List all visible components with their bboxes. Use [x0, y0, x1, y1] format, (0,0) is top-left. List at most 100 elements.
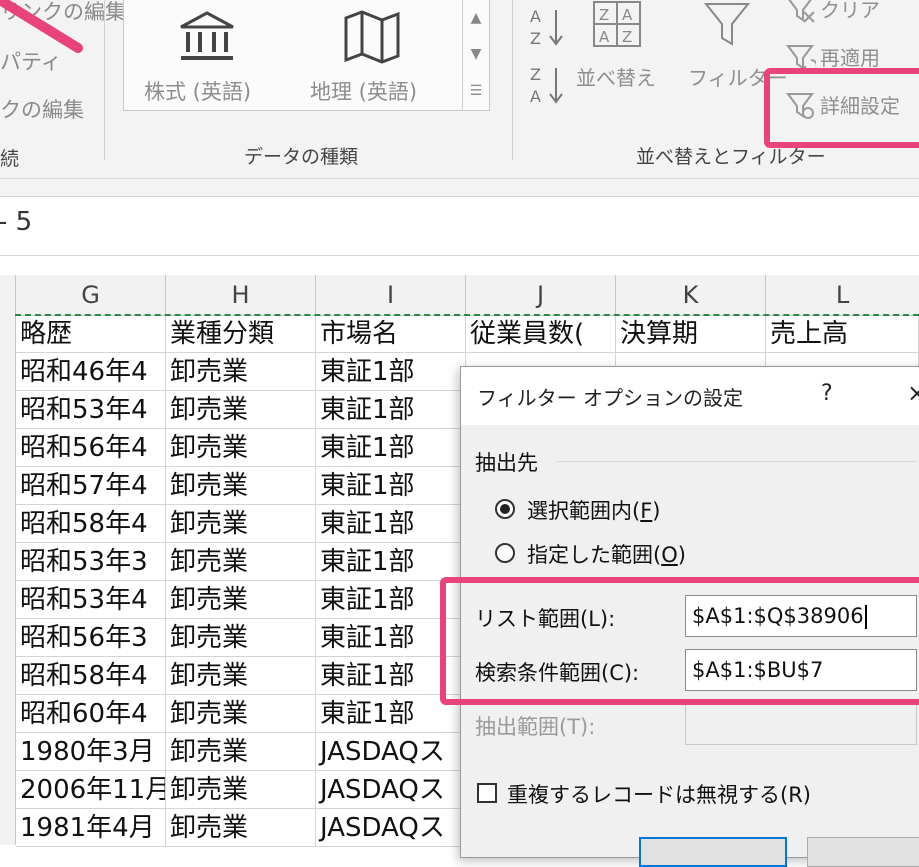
access-key: O	[661, 543, 678, 567]
radio-filter-in-place[interactable]: 選択範囲内(F)	[495, 495, 795, 525]
svg-text:A: A	[530, 87, 541, 106]
table-cell[interactable]: 卸売業	[166, 695, 316, 733]
table-cell[interactable]: 卸売業	[166, 771, 316, 809]
column-header-j[interactable]: J	[466, 275, 616, 315]
radio-button[interactable]	[495, 543, 515, 563]
svg-text:A: A	[622, 6, 633, 24]
table-cell[interactable]: JASDAQス	[316, 733, 466, 771]
table-cell[interactable]: JASDAQス	[316, 771, 466, 809]
column-header-g[interactable]: G	[16, 275, 166, 315]
gallery-scroll-down-button[interactable]: ▼	[462, 36, 489, 72]
cancel-button[interactable]	[807, 837, 919, 867]
column-header-i[interactable]: I	[316, 275, 466, 315]
unique-records-label: 重複するレコードは無視する(R)	[507, 783, 811, 807]
radio-copy-to-location[interactable]: 指定した範囲(O)	[495, 539, 795, 569]
formula-text: - 5	[0, 207, 33, 237]
select-all-corner[interactable]	[0, 275, 16, 315]
table-cell[interactable]: 業種分類	[166, 315, 316, 353]
ribbon: リンクの編集 パティ クの編集 続 株式 (英語) 地理 (英語) ▲ ▼ ☰ …	[0, 0, 919, 178]
bank-icon	[180, 11, 234, 60]
svg-text:A: A	[530, 7, 541, 26]
table-cell[interactable]: 昭和46年4	[16, 353, 166, 391]
table-cell[interactable]: 東証1部	[316, 353, 466, 391]
gallery-more-button[interactable]: ☰	[462, 72, 489, 110]
sort-dialog-icon: Z A A Z	[593, 1, 641, 47]
table-cell[interactable]: JASDAQス	[316, 809, 466, 847]
table-cell[interactable]: 卸売業	[166, 581, 316, 619]
radio-label: 指定した範囲(O)	[527, 543, 686, 567]
column-header-l[interactable]: L	[766, 275, 919, 315]
table-cell[interactable]: 卸売業	[166, 467, 316, 505]
dialog-help-button[interactable]: ?	[821, 381, 833, 406]
map-icon	[344, 10, 400, 64]
geography-label: 地理 (英語)	[310, 80, 418, 104]
table-cell[interactable]: 昭和53年3	[16, 543, 166, 581]
svg-text:Z: Z	[530, 29, 541, 48]
table-cell[interactable]: 昭和60年4	[16, 695, 166, 733]
table-cell[interactable]: 2006年11月	[16, 771, 166, 809]
table-cell[interactable]: 決算期	[616, 315, 766, 353]
ribbon-item-label: クの編集	[0, 98, 84, 122]
unique-records-checkbox[interactable]	[477, 783, 497, 803]
table-cell[interactable]: 昭和57年4	[16, 467, 166, 505]
table-cell[interactable]: 市場名	[316, 315, 466, 353]
svg-text:Z: Z	[622, 28, 632, 46]
column-header-row: G H I J K L	[0, 275, 919, 316]
sort-descending-button[interactable]: Z A	[528, 62, 572, 108]
table-cell[interactable]: 売上高	[766, 315, 919, 353]
ribbon-edit-links-button-2[interactable]: クの編集	[0, 94, 84, 124]
dialog-close-button[interactable]: ×	[907, 379, 919, 407]
table-cell[interactable]: 東証1部	[316, 429, 466, 467]
section-divider	[557, 461, 917, 462]
column-header-k[interactable]: K	[616, 275, 766, 315]
table-cell[interactable]: 東証1部	[316, 543, 466, 581]
sort-button[interactable]: Z A A Z 並べ替え	[574, 0, 666, 110]
gallery-scroll-up-button[interactable]: ▲	[462, 0, 489, 36]
filter-funnel-icon	[704, 3, 750, 46]
table-cell[interactable]: 昭和53年4	[16, 581, 166, 619]
ok-button[interactable]	[639, 837, 787, 867]
sort-filter-group-label: 並べ替えとフィルター	[636, 146, 826, 168]
table-cell[interactable]: 略歴	[16, 315, 166, 353]
table-cell[interactable]: 従業員数(	[466, 315, 616, 353]
table-cell[interactable]: 1981年4月	[16, 809, 166, 847]
advanced-filter-highlight	[764, 68, 919, 148]
table-cell[interactable]: 昭和53年4	[16, 391, 166, 429]
copy-marquee	[15, 314, 919, 316]
table-cell[interactable]: 卸売業	[166, 391, 316, 429]
table-cell[interactable]: 昭和56年3	[16, 619, 166, 657]
table-cell[interactable]: 東証1部	[316, 505, 466, 543]
table-cell[interactable]: 卸売業	[166, 619, 316, 657]
stocks-label: 株式 (英語)	[144, 80, 252, 104]
copy-to-input[interactable]	[685, 703, 917, 745]
table-cell[interactable]: 1980年3月	[16, 733, 166, 771]
unique-records-checkbox-row[interactable]: 重複するレコードは無視する(R)	[477, 779, 877, 809]
table-cell[interactable]: 卸売業	[166, 429, 316, 467]
table-cell[interactable]: 卸売業	[166, 733, 316, 771]
table-cell[interactable]: 卸売業	[166, 657, 316, 695]
svg-text:Z: Z	[599, 6, 609, 24]
ribbon-bottom-strip	[0, 178, 919, 197]
ribbon-separator	[512, 0, 513, 160]
table-cell[interactable]: 卸売業	[166, 809, 316, 847]
table-cell[interactable]: 昭和58年4	[16, 657, 166, 695]
reapply-filter-label: 再適用	[820, 46, 880, 70]
radio-button-selected[interactable]	[495, 499, 515, 519]
clear-filter-button[interactable]: クリア	[786, 0, 919, 26]
table-cell[interactable]: 東証1部	[316, 467, 466, 505]
geography-data-type-button[interactable]: 地理 (英語)	[300, 8, 450, 108]
access-key: F	[640, 499, 653, 523]
dialog-titlebar[interactable]: フィルター オプションの設定 ? ×	[461, 367, 919, 425]
stocks-data-type-button[interactable]: 株式 (英語)	[140, 8, 270, 108]
table-cell[interactable]: 昭和58年4	[16, 505, 166, 543]
table-cell[interactable]: 卸売業	[166, 505, 316, 543]
column-header-h[interactable]: H	[166, 275, 316, 315]
formula-bar[interactable]: - 5	[0, 196, 919, 256]
filter-button[interactable]: フィルター	[684, 0, 788, 110]
table-cell[interactable]: 昭和56年4	[16, 429, 166, 467]
sort-ascending-button[interactable]: A Z	[528, 4, 572, 50]
table-cell[interactable]: 東証1部	[316, 391, 466, 429]
clear-filter-label: クリア	[820, 0, 880, 22]
table-cell[interactable]: 卸売業	[166, 353, 316, 391]
table-cell[interactable]: 卸売業	[166, 543, 316, 581]
